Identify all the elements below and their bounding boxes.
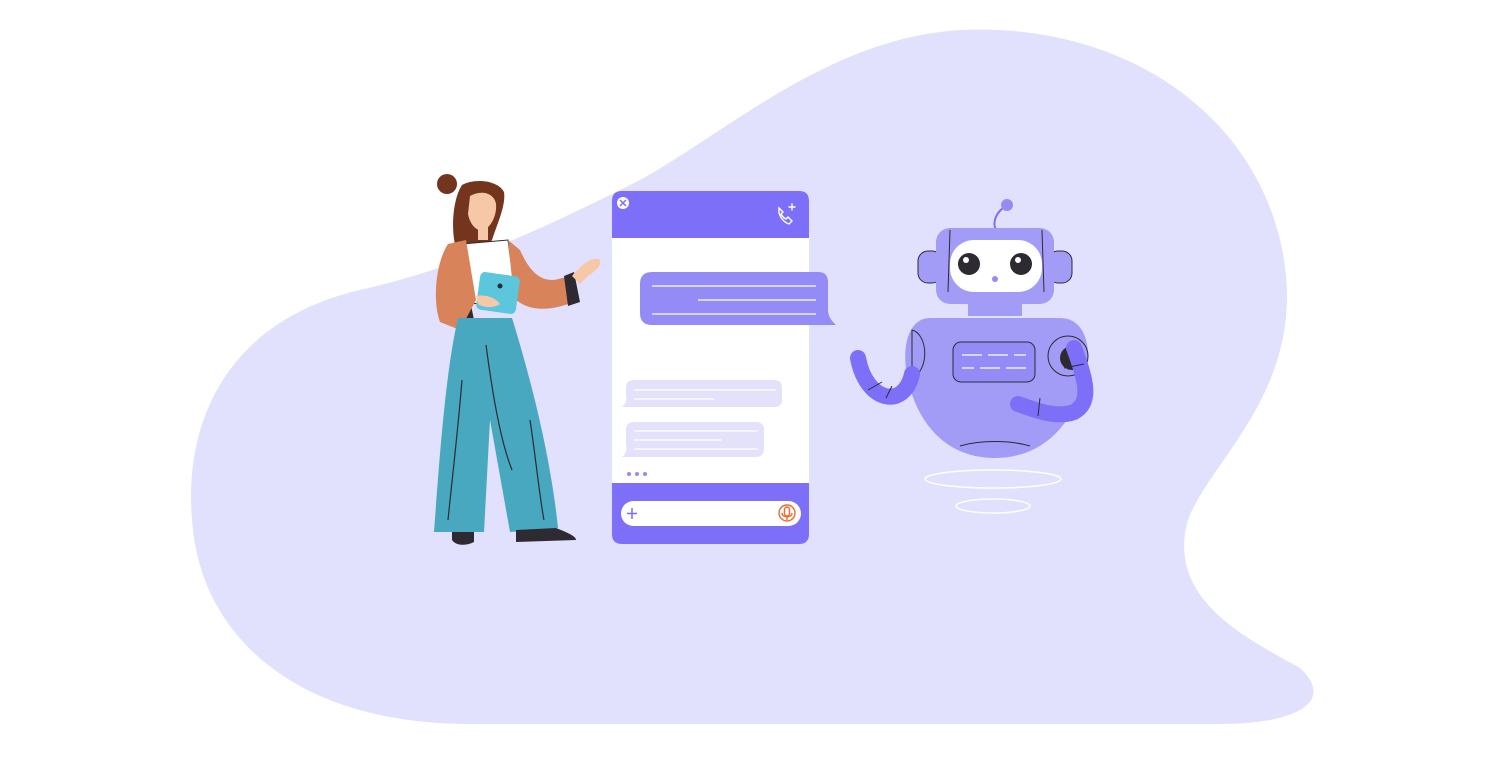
hair-bun (437, 174, 457, 194)
robot-nose (992, 276, 998, 282)
chat-window (612, 191, 836, 544)
robot-antenna-tip (1001, 199, 1013, 211)
tablet-device (476, 272, 520, 314)
woman-shoe-left (452, 532, 474, 545)
message-input[interactable] (621, 501, 801, 526)
close-icon[interactable] (617, 197, 629, 209)
robot-eye-left (958, 253, 980, 275)
bot-message-bubble-2 (622, 422, 764, 457)
robot-eye-right (1010, 253, 1032, 275)
robot-chest-screen (952, 341, 1036, 383)
tablet-camera (497, 283, 503, 289)
bot-message-bubble-1 (622, 380, 782, 407)
typing-indicator (627, 472, 647, 476)
user-message-bubble (640, 272, 836, 325)
robot-neck (968, 304, 1022, 316)
woman-neck (478, 226, 488, 240)
scene (191, 29, 1314, 724)
